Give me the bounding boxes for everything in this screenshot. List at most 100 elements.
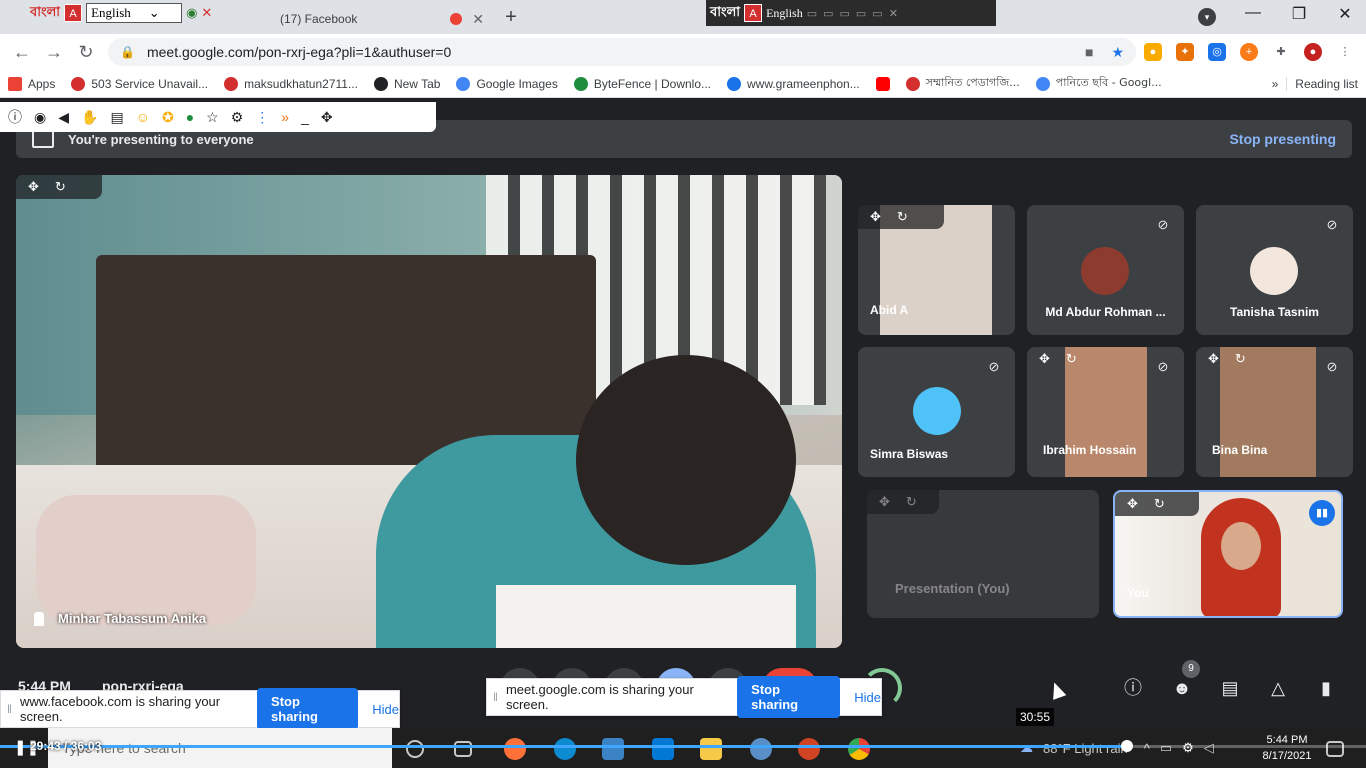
language-switcher-overlay[interactable]: বাংলা A English ▭▭▭▭▭✕ <box>706 0 996 26</box>
restore-icon[interactable]: ❐ <box>1276 4 1322 24</box>
info-icon[interactable]: ⓘ <box>8 107 22 127</box>
lock-icon[interactable]: 🔒 <box>120 45 135 59</box>
globe-icon[interactable]: ◉ <box>186 5 197 21</box>
language-select[interactable]: English ⌄ <box>86 3 183 23</box>
star-icon[interactable]: ☆ <box>206 109 219 126</box>
chrome-icon[interactable] <box>848 738 870 760</box>
notification-icon[interactable] <box>1326 741 1344 757</box>
participant-tile[interactable]: ✥ ↻ Abid A <box>858 205 1015 335</box>
address-bar[interactable]: 🔒 meet.google.com/pon-rxrj-ega?pli=1&aut… <box>108 38 1136 66</box>
clipboard-icon[interactable]: ▤ <box>110 109 123 126</box>
bookmark-youtube[interactable] <box>868 76 898 91</box>
hide-button[interactable]: Hide <box>372 702 399 717</box>
close-tab-icon[interactable]: ✕ <box>472 11 484 28</box>
close-window-icon[interactable]: ✕ <box>1322 4 1366 24</box>
hand-icon[interactable]: ✋ <box>81 109 98 126</box>
stop-sharing-button[interactable]: Stop sharing <box>737 676 841 718</box>
edge-icon[interactable] <box>554 738 576 760</box>
meeting-details-icon[interactable]: ⓘ <box>1121 676 1145 700</box>
participant-tile[interactable]: ⊘ Simra Biswas <box>858 347 1015 477</box>
taskbar-clock[interactable]: 5:44 PM 8/17/2021 <box>1256 732 1318 764</box>
minimize-icon[interactable]: — <box>1230 4 1276 22</box>
refresh-icon[interactable]: ↻ <box>1154 496 1165 512</box>
forward-icon[interactable]: → <box>42 40 66 64</box>
chevron-up-icon[interactable]: ^ <box>1144 741 1150 756</box>
bookmark-item[interactable]: ByteFence | Downlo... <box>566 76 719 91</box>
more-bookmarks-button[interactable]: » <box>1264 77 1287 91</box>
refresh-icon[interactable]: ↻ <box>55 179 66 195</box>
battery-icon[interactable]: ▭ <box>1160 740 1172 756</box>
hide-button[interactable]: Hide <box>854 690 881 705</box>
store-icon[interactable] <box>602 738 624 760</box>
emoji-icon[interactable]: ☺ <box>136 109 150 125</box>
powerpoint-icon[interactable] <box>798 738 820 760</box>
refresh-icon[interactable]: ↻ <box>897 209 908 225</box>
move-icon[interactable]: ✥ <box>321 109 333 126</box>
bookmark-item[interactable]: পানিতে ছবি - Googl... <box>1028 74 1170 93</box>
drag-handle-icon[interactable]: ‖ <box>7 702 12 716</box>
file-explorer-icon[interactable] <box>700 738 722 760</box>
tab-facebook[interactable]: (17) Facebook ✕ <box>270 4 494 34</box>
main-video-tile[interactable]: ✥ ↻ Minhar Tabassum Anika <box>16 175 842 648</box>
participant-tile[interactable]: ⊘ Tanisha Tasnim <box>1196 205 1353 335</box>
reading-list-button[interactable]: Reading list <box>1286 76 1366 91</box>
chat-bubble-icon[interactable]: ● <box>186 109 194 125</box>
browser-menu-icon[interactable]: ⋮ <box>1336 43 1354 61</box>
settings-gear-icon[interactable]: ⚙ <box>1182 740 1194 756</box>
drag-handle-icon[interactable]: ‖ <box>493 690 498 704</box>
weather-icon[interactable]: ☁ <box>1020 740 1033 756</box>
activities-icon[interactable]: △ <box>1266 676 1290 700</box>
extension-rocket-icon[interactable]: ✦ <box>1176 43 1194 61</box>
more-vert-icon[interactable]: ⋮ <box>255 109 269 126</box>
network-app-icon[interactable] <box>750 738 772 760</box>
bookmark-item[interactable]: maksudkhatun2711... <box>216 76 366 91</box>
speaker-icon[interactable]: ◀ <box>58 109 69 126</box>
move-icon[interactable]: ✥ <box>870 209 881 225</box>
bookmark-item[interactable]: Google Images <box>448 76 565 91</box>
pdf-icon[interactable]: A <box>64 4 83 22</box>
badge-icon[interactable]: ✪ <box>162 109 174 126</box>
minimize-icon[interactable]: _ <box>301 109 309 125</box>
extension-bulb-icon[interactable]: ● <box>1144 43 1162 61</box>
move-icon[interactable]: ✥ <box>1127 496 1138 512</box>
move-icon[interactable]: ✥ <box>28 179 39 195</box>
camera-icon[interactable]: ■ <box>1085 44 1093 61</box>
seekbar-scrubber[interactable] <box>1120 740 1133 752</box>
extensions-puzzle-icon[interactable]: ✚ <box>1272 43 1290 61</box>
bookmark-apps[interactable]: Apps <box>0 76 63 91</box>
pin-icon[interactable] <box>34 611 44 626</box>
tab-search-icon[interactable]: ▾ <box>1198 8 1216 26</box>
extension-blue-icon[interactable]: ◎ <box>1208 43 1226 61</box>
move-icon[interactable]: ✥ <box>1039 351 1050 367</box>
task-view-icon[interactable] <box>454 741 472 757</box>
host-controls-icon[interactable]: ▮ <box>1314 676 1338 700</box>
self-video-tile[interactable]: ✥ ↻ ▮▮ You <box>1113 490 1343 618</box>
cortana-icon[interactable] <box>406 740 424 758</box>
back-icon[interactable]: ← <box>10 40 34 64</box>
bookmark-item[interactable]: www.grameenphon... <box>719 76 868 91</box>
people-icon[interactable]: ☻ <box>1170 676 1194 700</box>
volume-icon[interactable]: ◁ <box>1204 740 1214 756</box>
move-icon[interactable]: ✥ <box>879 494 890 510</box>
video-seekbar[interactable] <box>0 745 1366 748</box>
bookmark-star-icon[interactable]: ★ <box>1111 44 1124 61</box>
weather-text[interactable]: 88°F Light rain <box>1043 741 1128 756</box>
pdf-icon[interactable]: A <box>744 4 763 22</box>
chat-icon[interactable]: ▤ <box>1218 676 1242 700</box>
profile-avatar-icon[interactable]: ● <box>1304 43 1322 61</box>
close-icon[interactable]: ✕ <box>201 5 212 21</box>
stop-sharing-button[interactable]: Stop sharing <box>257 688 359 730</box>
participant-tile[interactable]: ⊘ Md Abdur Rohman ... <box>1027 205 1184 335</box>
reload-icon[interactable]: ↻ <box>74 40 98 64</box>
refresh-icon[interactable]: ↻ <box>906 494 917 510</box>
mail-icon[interactable] <box>652 738 674 760</box>
chevron-double-right-icon[interactable]: » <box>281 109 289 125</box>
refresh-icon[interactable]: ↻ <box>1235 351 1246 367</box>
bookmark-item[interactable]: সম্মানিত পেডাগজি... <box>898 74 1028 93</box>
bookmark-item[interactable]: 503 Service Unavail... <box>63 76 216 91</box>
gear-icon[interactable]: ⚙ <box>231 109 244 126</box>
move-icon[interactable]: ✥ <box>1208 351 1219 367</box>
firefox-icon[interactable] <box>504 738 526 760</box>
participant-tile[interactable]: ✥ ↻ ⊘ Ibrahim Hossain <box>1027 347 1184 477</box>
self-presentation-tile[interactable]: ✥ ↻ Presentation (You) <box>867 490 1099 618</box>
